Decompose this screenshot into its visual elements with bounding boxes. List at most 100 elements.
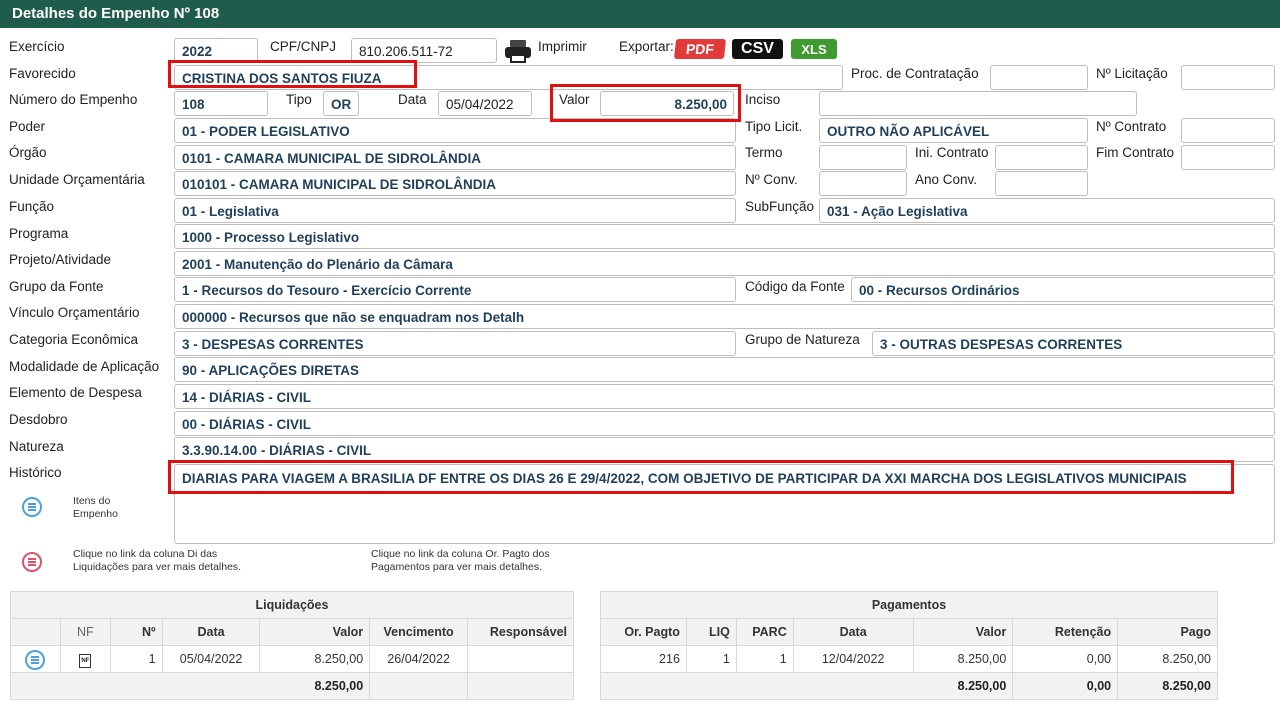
pag-pago: 8.250,00 <box>1117 645 1218 673</box>
liq-numero: 1 <box>109 645 163 673</box>
itens-empenho-label[interactable]: Itens do Empenho <box>73 495 143 521</box>
field-vinculo-orcamentario: 000000 - Recursos que não se enquadram n… <box>174 304 1275 329</box>
label-numero-empenho: Número do Empenho <box>9 92 138 107</box>
label-proc-contratacao: Proc. de Contratação <box>851 66 979 81</box>
export-xls-button[interactable]: XLS <box>791 39 837 59</box>
label-exportar: Exportar: <box>619 39 674 54</box>
label-tipo-licit: Tipo Licit. <box>745 119 803 134</box>
export-pdf-button[interactable]: PDF <box>673 39 727 59</box>
pag-total-valor: 8.250,00 <box>599 672 1014 700</box>
field-grupo-natureza: 3 - OUTRAS DESPESAS CORRENTES <box>872 331 1275 356</box>
pag-col-data: Data <box>792 618 914 646</box>
label-modalidade-aplicacao: Modalidade de Aplicação <box>9 359 160 374</box>
note-liquidacoes: Clique no link da coluna Di das Liquidaç… <box>73 548 242 573</box>
liq-vencimento: 26/04/2022 <box>369 645 469 673</box>
pag-liq: 1 <box>685 645 737 673</box>
pagamentos-table: Pagamentos Or. Pagto LIQ PARC Data Valor… <box>599 591 1218 700</box>
field-ini-contrato <box>995 145 1088 170</box>
liq-valor: 8.250,00 <box>259 645 371 673</box>
liquidacoes-table: Liquidações NF Nº Data Valor Vencimento … <box>9 591 574 700</box>
pag-or-pagto-link[interactable]: 216 <box>600 645 687 673</box>
itens-empenho-icon[interactable] <box>22 497 42 517</box>
pag-col-valor: Valor <box>912 618 1014 646</box>
field-data: 05/04/2022 <box>438 91 532 116</box>
liq-col-nf: NF <box>59 618 111 646</box>
field-tipo: OR <box>323 91 359 116</box>
pagamentos-caption: Pagamentos <box>600 591 1218 619</box>
pag-retencao: 0,00 <box>1012 645 1119 673</box>
pag-col-liq: LIQ <box>685 618 737 646</box>
print-icon[interactable] <box>505 40 531 64</box>
label-elemento-despesa: Elemento de Despesa <box>9 385 142 400</box>
print-link[interactable]: Imprimir <box>538 39 587 54</box>
liq-col-data: Data <box>161 618 261 646</box>
label-funcao: Função <box>9 199 55 214</box>
field-tipo-licit: OUTRO NÃO APLICÁVEL <box>819 118 1088 143</box>
label-termo: Termo <box>745 145 783 160</box>
field-elemento-despesa: 14 - DIÁRIAS - CIVIL <box>174 384 1275 409</box>
field-n-contrato <box>1181 118 1275 143</box>
field-historico: DIARIAS PARA VIAGEM A BRASILIA DF ENTRE … <box>174 464 1275 544</box>
field-orgao: 0101 - CAMARA MUNICIPAL DE SIDROLÂNDIA <box>174 145 736 170</box>
field-desdobro: 00 - DIÁRIAS - CIVIL <box>174 411 1275 436</box>
field-natureza: 3.3.90.14.00 - DIÁRIAS - CIVIL <box>174 437 1275 462</box>
label-ini-contrato: Ini. Contrato <box>915 145 989 160</box>
page-title: Detalhes do Empenho Nº 108 <box>0 0 1280 28</box>
liquidacao-detail-icon[interactable] <box>25 649 46 670</box>
nf-document-icon[interactable]: NF <box>79 653 92 668</box>
field-cpf-cnpj: 810.206.511-72 <box>351 38 497 63</box>
liq-total-valor: 8.250,00 <box>9 672 371 700</box>
field-termo <box>819 145 907 170</box>
field-proc-contratacao <box>990 65 1088 90</box>
field-programa: 1000 - Processo Legislativo <box>174 224 1275 249</box>
field-projeto-atividade: 2001 - Manutenção do Plenário da Câmara <box>174 251 1275 276</box>
field-fim-contrato <box>1181 145 1275 170</box>
field-poder: 01 - PODER LEGISLATIVO <box>174 118 736 143</box>
label-natureza: Natureza <box>9 439 64 454</box>
label-poder: Poder <box>9 119 46 134</box>
pag-total-retencao: 0,00 <box>1012 672 1119 700</box>
label-ano-conv: Ano Conv. <box>915 172 978 187</box>
field-numero-empenho: 108 <box>174 91 268 116</box>
label-grupo-natureza: Grupo de Natureza <box>745 332 860 347</box>
field-favorecido: CRISTINA DOS SANTOS FIUZA <box>174 65 843 90</box>
field-n-licitacao <box>1181 65 1275 90</box>
pag-data: 12/04/2022 <box>792 645 914 673</box>
field-inciso <box>819 91 1137 116</box>
liq-responsavel <box>467 645 574 673</box>
liq-col-vencimento: Vencimento <box>369 618 469 646</box>
field-grupo-fonte: 1 - Recursos do Tesouro - Exercício Corr… <box>174 277 736 302</box>
label-cpf-cnpj: CPF/CNPJ <box>270 39 337 54</box>
pag-valor: 8.250,00 <box>912 645 1014 673</box>
label-unidade-orcamentaria: Unidade Orçamentária <box>9 172 145 187</box>
liquidacoes-caption: Liquidações <box>10 591 574 619</box>
pag-parc: 1 <box>735 645 794 673</box>
label-n-licitacao: Nº Licitação <box>1096 66 1168 81</box>
field-unidade-orcamentaria: 010101 - CAMARA MUNICIPAL DE SIDROLÂNDIA <box>174 171 736 196</box>
label-valor: Valor <box>559 92 590 107</box>
label-orgao: Órgão <box>9 145 47 160</box>
label-programa: Programa <box>9 226 69 241</box>
pag-total-pago: 8.250,00 <box>1117 672 1218 700</box>
field-subfuncao: 031 - Ação Legislativa <box>819 198 1275 223</box>
field-modalidade-aplicacao: 90 - APLICAÇÕES DIRETAS <box>174 357 1275 382</box>
field-codigo-fonte: 00 - Recursos Ordinários <box>851 277 1275 302</box>
liq-data: 05/04/2022 <box>161 645 261 673</box>
field-categoria-economica: 3 - DESPESAS CORRENTES <box>174 331 736 356</box>
liquidacoes-icon <box>22 552 42 572</box>
note-pagamentos: Clique no link da coluna Or. Pagto dos P… <box>371 548 550 573</box>
liq-col-responsavel: Responsável <box>467 618 574 646</box>
liq-col-valor: Valor <box>259 618 371 646</box>
field-funcao: 01 - Legislativa <box>174 198 736 223</box>
export-csv-button[interactable]: CSV <box>732 39 783 59</box>
label-projeto-atividade: Projeto/Atividade <box>9 252 112 267</box>
liq-col-numero: Nº <box>109 618 163 646</box>
field-exercicio: 2022 <box>174 38 258 63</box>
label-favorecido: Favorecido <box>9 66 76 81</box>
label-exercicio: Exercício <box>9 39 65 54</box>
liq-col-icon <box>10 618 61 646</box>
field-valor: 8.250,00 <box>600 91 734 116</box>
label-fim-contrato: Fim Contrato <box>1096 145 1175 160</box>
label-inciso: Inciso <box>745 92 781 107</box>
label-historico: Histórico <box>9 465 62 480</box>
